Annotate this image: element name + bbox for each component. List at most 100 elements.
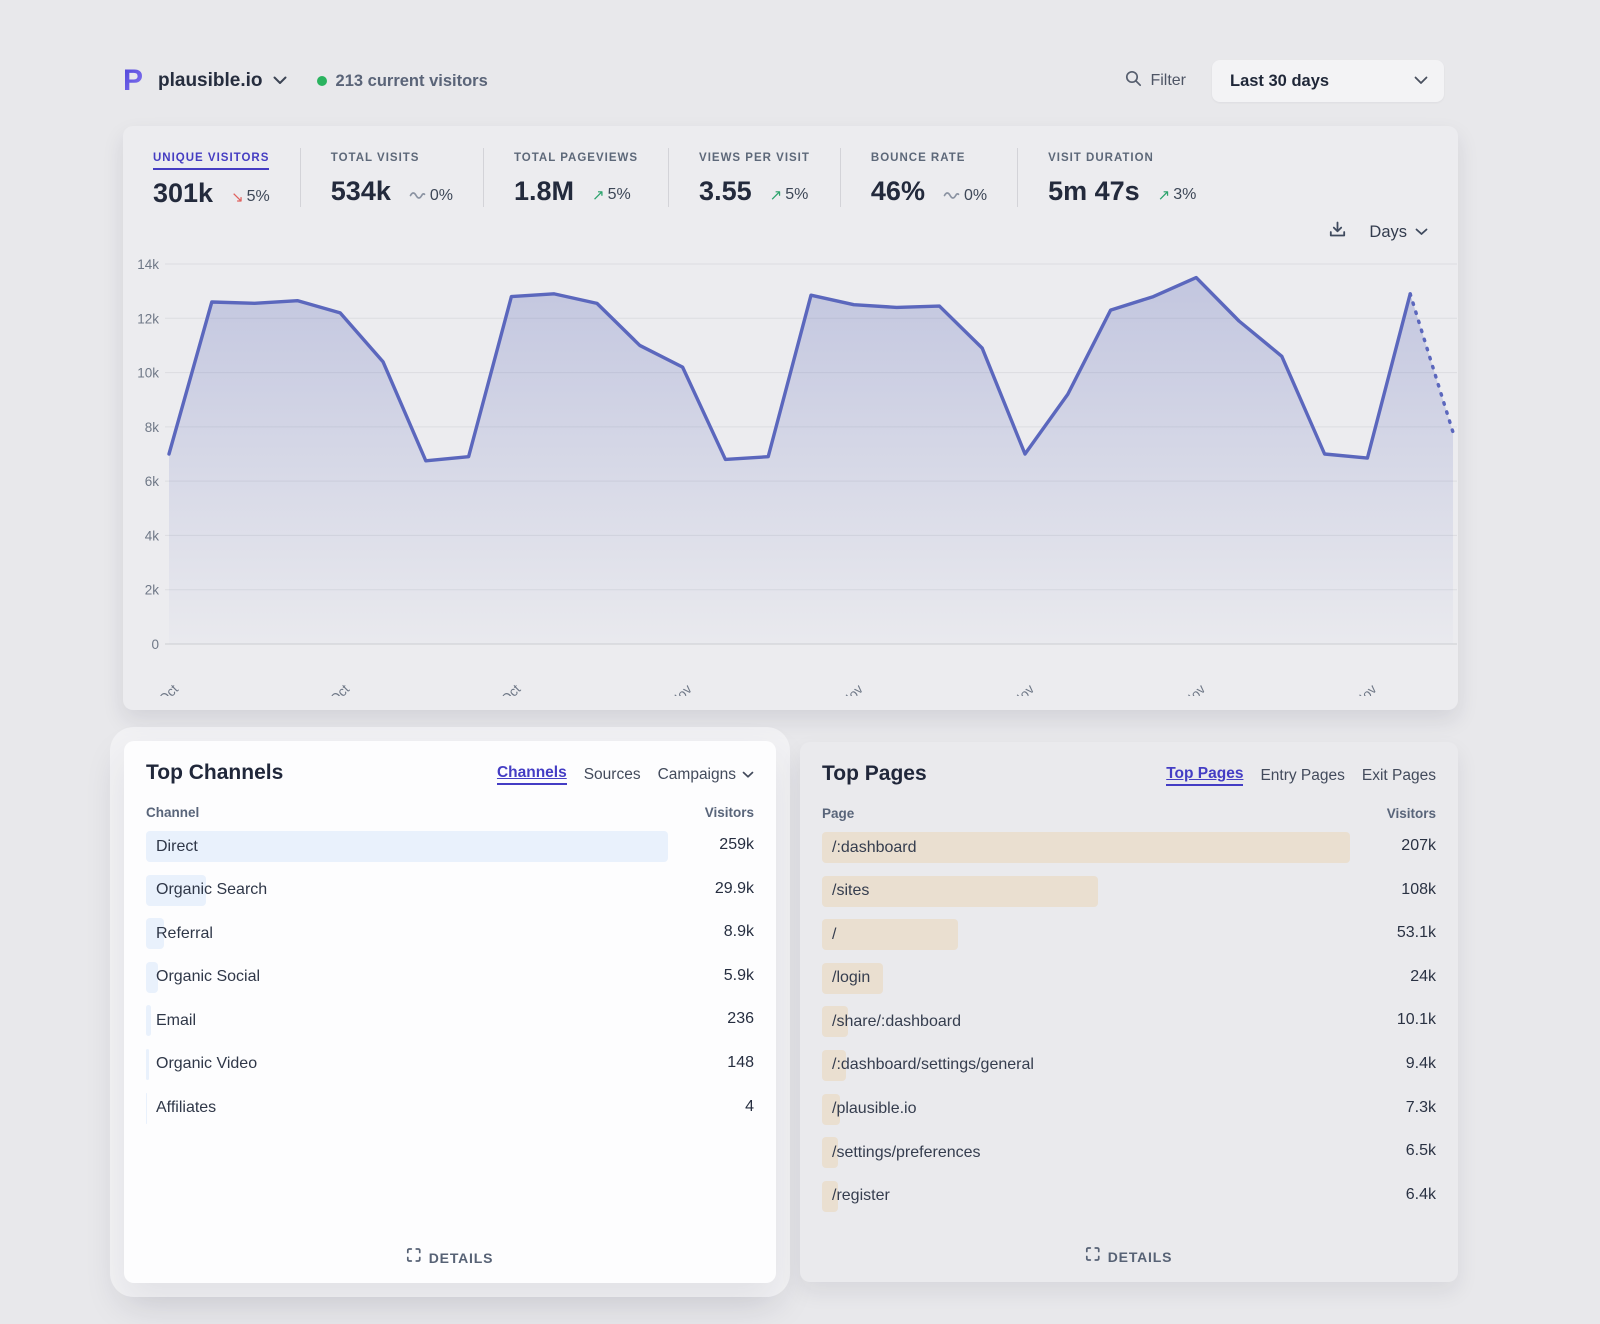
stat-label: TOTAL PAGEVIEWS bbox=[514, 152, 638, 168]
tab-sources[interactable]: Sources bbox=[584, 766, 641, 784]
table-row[interactable]: /login24k bbox=[822, 963, 1436, 994]
current-visitors[interactable]: 213 current visitors bbox=[317, 72, 488, 91]
row-value: 148 bbox=[727, 1054, 754, 1072]
row-label[interactable]: Organic Video bbox=[156, 1055, 257, 1073]
row-label[interactable]: Email bbox=[156, 1012, 196, 1030]
top-pages-title: Top Pages bbox=[822, 762, 927, 786]
table-row[interactable]: /:dashboard207k bbox=[822, 832, 1436, 863]
top-channels-rows: Direct259k Organic Search 29.9k Referral8.9… bbox=[146, 831, 754, 1124]
svg-text:5 Nov: 5 Nov bbox=[830, 681, 866, 696]
table-row[interactable]: Organic Video 148 bbox=[146, 1049, 754, 1080]
row-value: 6.4k bbox=[1406, 1186, 1436, 1204]
stat-item-bounce-rate[interactable]: BOUNCE RATE 46% 0% bbox=[840, 148, 1017, 207]
filter-button[interactable]: Filter bbox=[1125, 70, 1186, 92]
stats-row: UNIQUE VISITORS301k↘5%TOTAL VISITS534k0%… bbox=[153, 148, 1226, 209]
tab-exit-pages[interactable]: Exit Pages bbox=[1362, 767, 1436, 785]
table-row[interactable]: /settings/preferences6.5k bbox=[822, 1137, 1436, 1168]
stat-value: 5m 47s bbox=[1048, 176, 1140, 207]
trend-up-icon: ↗ bbox=[592, 186, 605, 204]
top-pages-details-button[interactable]: DETAILS bbox=[1086, 1247, 1172, 1266]
header: P plausible.io 213 current visitors Filt… bbox=[123, 58, 1444, 104]
row-label[interactable]: Affiliates bbox=[156, 1099, 216, 1117]
stat-label: VIEWS PER VISIT bbox=[699, 152, 810, 168]
table-row[interactable]: Organic Search 29.9k bbox=[146, 875, 754, 906]
visitors-area-chart[interactable]: 14k12k10k8k6k4k2k020 Oct24 Oct28 Oct1 No… bbox=[123, 226, 1458, 696]
trend-up-icon: ↗ bbox=[770, 186, 783, 204]
stat-item-total-pageviews[interactable]: TOTAL PAGEVIEWS1.8M↗5% bbox=[483, 148, 668, 207]
stat-item-total-visits[interactable]: TOTAL VISITS534k0% bbox=[300, 148, 483, 207]
table-row[interactable]: Email236 bbox=[146, 1005, 754, 1036]
svg-text:24 Oct: 24 Oct bbox=[314, 681, 353, 696]
details-label: DETAILS bbox=[429, 1250, 493, 1266]
row-label[interactable]: Referral bbox=[156, 925, 213, 943]
row-label[interactable]: / bbox=[832, 926, 836, 944]
row-label[interactable]: /register bbox=[832, 1187, 890, 1205]
table-row[interactable]: Affiliates 4 bbox=[146, 1093, 754, 1124]
stat-item-unique-visitors[interactable]: UNIQUE VISITORS301k↘5% bbox=[153, 148, 300, 209]
svg-text:9 Nov: 9 Nov bbox=[1002, 681, 1038, 696]
expand-icon bbox=[407, 1248, 421, 1267]
row-label[interactable]: /login bbox=[832, 969, 870, 987]
row-label[interactable]: Organic Social bbox=[156, 968, 260, 986]
stat-value: 46% bbox=[871, 176, 925, 207]
svg-text:10k: 10k bbox=[137, 366, 159, 381]
svg-text:1 Nov: 1 Nov bbox=[659, 681, 695, 696]
row-value: 29.9k bbox=[715, 880, 754, 898]
stat-value: 1.8M bbox=[514, 176, 574, 207]
row-bar bbox=[146, 1093, 147, 1124]
svg-text:0: 0 bbox=[151, 637, 159, 652]
top-pages-card: Top Pages Top Pages Entry Pages Exit Pages… bbox=[800, 742, 1458, 1282]
svg-text:8k: 8k bbox=[145, 420, 160, 435]
stat-label: BOUNCE RATE bbox=[871, 152, 965, 168]
row-bar bbox=[146, 831, 668, 862]
stat-change: 0% bbox=[409, 187, 453, 205]
row-label[interactable]: Direct bbox=[156, 838, 198, 856]
column-header-visitors: Visitors bbox=[705, 805, 754, 820]
expand-icon bbox=[1086, 1247, 1100, 1266]
chevron-down-icon bbox=[1414, 72, 1428, 90]
row-label[interactable]: /plausible.io bbox=[832, 1100, 917, 1118]
table-row[interactable]: Direct259k bbox=[146, 831, 754, 862]
tab-campaigns[interactable]: Campaigns bbox=[658, 766, 754, 784]
top-channels-details-button[interactable]: DETAILS bbox=[407, 1248, 493, 1267]
row-label[interactable]: /:dashboard/settings/general bbox=[832, 1056, 1034, 1074]
row-label[interactable]: /settings/preferences bbox=[832, 1144, 981, 1162]
table-row[interactable]: Referral8.9k bbox=[146, 918, 754, 949]
tab-channels[interactable]: Channels bbox=[497, 764, 567, 785]
row-value: 53.1k bbox=[1397, 924, 1436, 942]
table-row[interactable]: /register 6.4k bbox=[822, 1181, 1436, 1212]
table-row[interactable]: /sites108k bbox=[822, 876, 1436, 907]
stat-item-views-per-visit[interactable]: VIEWS PER VISIT3.55↗5% bbox=[668, 148, 840, 207]
row-label[interactable]: /sites bbox=[832, 882, 869, 900]
chevron-down-icon[interactable] bbox=[273, 72, 287, 90]
table-row[interactable]: /:dashboard/settings/general9.4k bbox=[822, 1050, 1436, 1081]
row-bar bbox=[146, 1049, 149, 1080]
table-row[interactable]: /share/:dashboard10.1k bbox=[822, 1006, 1436, 1037]
row-label[interactable]: /:dashboard bbox=[832, 839, 917, 857]
top-channels-title: Top Channels bbox=[146, 761, 283, 785]
svg-text:4k: 4k bbox=[145, 528, 160, 543]
tab-entry-pages[interactable]: Entry Pages bbox=[1260, 767, 1344, 785]
date-range-select[interactable]: Last 30 days bbox=[1212, 60, 1444, 102]
column-header-channel: Channel bbox=[146, 805, 199, 820]
column-header-visitors: Visitors bbox=[1387, 806, 1436, 821]
visitors-panel: UNIQUE VISITORS301k↘5%TOTAL VISITS534k0%… bbox=[123, 126, 1458, 710]
row-bar bbox=[146, 1005, 151, 1036]
svg-text:13 Nov: 13 Nov bbox=[1167, 681, 1208, 696]
site-switcher[interactable]: P plausible.io bbox=[123, 64, 287, 99]
top-pages-tabs: Top Pages Entry Pages Exit Pages bbox=[1166, 765, 1436, 786]
row-label[interactable]: /share/:dashboard bbox=[832, 1013, 961, 1031]
table-row[interactable]: / 53.1k bbox=[822, 919, 1436, 950]
stat-value: 3.55 bbox=[699, 176, 752, 207]
stat-change: 0% bbox=[943, 187, 987, 205]
row-label[interactable]: Organic Search bbox=[156, 881, 267, 899]
tab-top-pages[interactable]: Top Pages bbox=[1166, 765, 1243, 786]
stat-value: 534k bbox=[331, 176, 391, 207]
trend-flat-icon bbox=[409, 187, 427, 205]
row-value: 4 bbox=[745, 1098, 754, 1116]
table-row[interactable]: /plausible.io7.3k bbox=[822, 1094, 1436, 1125]
table-row[interactable]: Organic Social5.9k bbox=[146, 962, 754, 993]
svg-text:P: P bbox=[123, 64, 143, 94]
stat-item-visit-duration[interactable]: VISIT DURATION5m 47s↗3% bbox=[1017, 148, 1226, 207]
svg-text:6k: 6k bbox=[145, 474, 160, 489]
